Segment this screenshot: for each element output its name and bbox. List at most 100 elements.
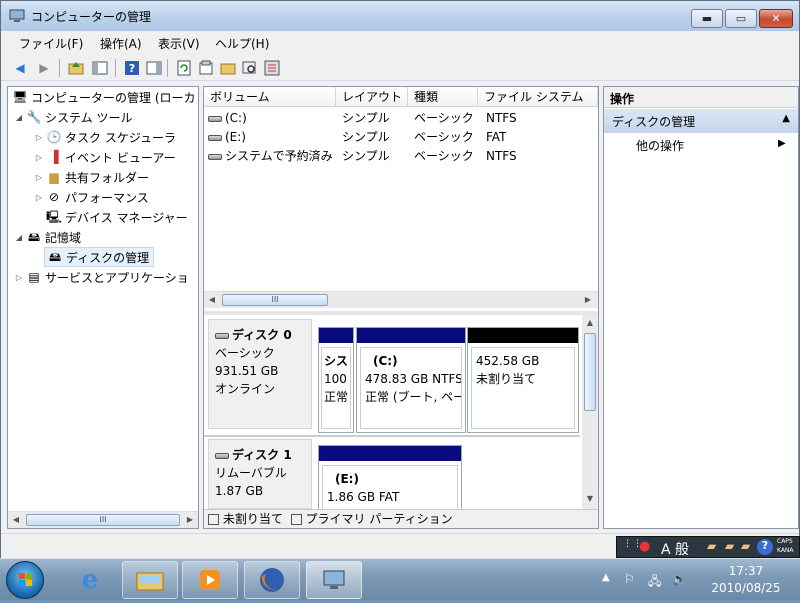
- refresh-icon[interactable]: [175, 59, 193, 77]
- partition-status: 正常 (ブート, ペー: [365, 390, 462, 404]
- show-hide-tree-icon[interactable]: [91, 59, 109, 77]
- scroll-right-icon[interactable]: ▶: [182, 512, 198, 528]
- tree-item-performance[interactable]: ▷ ⊘ パフォーマンス: [34, 187, 149, 207]
- menu-action[interactable]: 操作(A): [100, 35, 142, 52]
- event-viewer-icon: ▐: [49, 150, 59, 164]
- console-tree: 🖥 コンピューターの管理 (ローカ ◢ 🔧 システム ツール ▷ 🕒 タスク ス…: [7, 86, 199, 529]
- help-icon[interactable]: ?: [757, 539, 773, 555]
- search-icon[interactable]: [241, 59, 259, 77]
- column-layout[interactable]: レイアウト: [336, 87, 408, 107]
- partition-size: 1.86 GB FAT: [327, 490, 400, 504]
- scroll-thumb[interactable]: III: [26, 514, 180, 526]
- tree-item-disk-management[interactable]: 🖴 ディスクの管理: [44, 247, 155, 267]
- show-hidden-icons-arrow-icon[interactable]: ▲: [602, 572, 610, 583]
- expand-triangle-icon[interactable]: ▷: [34, 173, 44, 182]
- scroll-left-icon[interactable]: ◀: [204, 292, 220, 308]
- menu-help[interactable]: ヘルプ(H): [215, 35, 269, 52]
- toolbar-separator: [115, 59, 116, 77]
- tree-item-services-and-apps[interactable]: ▷ ▤ サービスとアプリケーショ: [14, 267, 189, 287]
- open-folder-icon[interactable]: [219, 59, 237, 77]
- scroll-right-icon[interactable]: ▶: [580, 292, 596, 308]
- taskbar-internet-explorer[interactable]: e: [62, 561, 118, 599]
- tree-item-system-tools[interactable]: ◢ 🔧 システム ツール: [14, 107, 133, 127]
- show-hide-action-pane-icon[interactable]: [145, 59, 163, 77]
- clock[interactable]: 17:37 2010/08/25: [698, 563, 794, 597]
- maximize-button[interactable]: ▭: [725, 9, 757, 28]
- expand-triangle-icon[interactable]: ▷: [34, 193, 44, 202]
- tree-label: システム ツール: [45, 110, 133, 125]
- scroll-up-icon[interactable]: ▲: [582, 315, 598, 331]
- collapse-triangle-icon[interactable]: ◢: [14, 113, 24, 122]
- forward-arrow-icon[interactable]: ▶: [35, 59, 53, 77]
- scroll-down-icon[interactable]: ▼: [582, 491, 598, 507]
- partition-system-reserved[interactable]: シス 100 正常: [318, 327, 354, 433]
- menu-view[interactable]: 表示(V): [158, 35, 200, 52]
- settings-icon[interactable]: [263, 59, 281, 77]
- tree-label: パフォーマンス: [65, 190, 149, 205]
- submenu-arrow-icon[interactable]: ▶: [778, 138, 786, 149]
- volume-speaker-icon[interactable]: 🔈: [672, 572, 687, 586]
- action-more-actions[interactable]: 他の操作: [636, 137, 684, 154]
- column-type[interactable]: 種類: [408, 87, 478, 107]
- expand-triangle-icon[interactable]: ▷: [14, 273, 24, 282]
- taskbar-computer-management[interactable]: [306, 561, 362, 599]
- volume-row[interactable]: システムで予約済み シンプル ベーシック NTFS: [204, 147, 598, 166]
- volume-row[interactable]: (E:) シンプル ベーシック FAT: [204, 128, 598, 147]
- help-icon[interactable]: ?: [123, 59, 141, 77]
- ime-pad-icon[interactable]: ▰: [707, 539, 716, 553]
- volume-name: (E:): [225, 130, 246, 144]
- menu-file[interactable]: ファイル(F): [19, 35, 83, 52]
- disk-graphical-view: ディスク 0 ベーシック 931.51 GB オンライン シス 100 正常 (C:…: [204, 315, 598, 515]
- volume-name: (C:): [225, 111, 247, 125]
- disk-1-label[interactable]: ディスク 1 リムーバブル 1.87 GB: [208, 439, 312, 509]
- tree-item-shared-folders[interactable]: ▷ ▆ 共有フォルダー: [34, 167, 149, 187]
- volume-layout: シンプル: [342, 130, 390, 144]
- tree-item-event-viewer[interactable]: ▷ ▐ イベント ビューアー: [34, 147, 176, 167]
- tools-icon: 🔧: [26, 110, 42, 124]
- taskbar-media-player[interactable]: [182, 561, 238, 599]
- dictionary-icon[interactable]: ▰: [725, 539, 734, 553]
- tree-horizontal-scrollbar[interactable]: ◀ III ▶: [8, 511, 198, 528]
- collapse-triangle-icon[interactable]: ◢: [14, 233, 24, 242]
- tree-item-storage[interactable]: ◢ 🖴 記憶域: [14, 227, 81, 247]
- tree-item-computer-management[interactable]: 🖥 コンピューターの管理 (ローカ: [10, 87, 195, 107]
- expand-triangle-icon[interactable]: ▷: [34, 133, 44, 142]
- clock-date: 2010/08/25: [711, 581, 781, 595]
- minimize-button[interactable]: ▬: [691, 9, 723, 28]
- language-bar: ⋮⋮ ● A 般 ▰ ▰ ▰ ? CAPS KANA: [616, 536, 800, 558]
- services-icon: ▤: [28, 270, 40, 284]
- scroll-thumb[interactable]: [584, 333, 596, 411]
- up-folder-icon[interactable]: [67, 59, 85, 77]
- action-section-disk-management[interactable]: ディスクの管理 ▲: [604, 109, 798, 133]
- taskbar-firefox[interactable]: [244, 561, 300, 599]
- ime-indicator-icon[interactable]: ●: [639, 539, 650, 554]
- collapse-up-icon[interactable]: ▲: [782, 113, 790, 124]
- partition-e[interactable]: (E:) 1.86 GB FAT: [318, 445, 462, 515]
- tree-item-task-scheduler[interactable]: ▷ 🕒 タスク スケジューラ: [34, 127, 176, 147]
- taskbar-explorer[interactable]: [122, 561, 178, 599]
- disk-view-vertical-scrollbar[interactable]: ▲ ▼: [582, 315, 598, 509]
- volume-row[interactable]: (C:) シンプル ベーシック NTFS: [204, 109, 598, 128]
- title-bar[interactable]: コンピューターの管理 ▬ ▭ ✕: [1, 1, 799, 31]
- properties-icon[interactable]: [197, 59, 215, 77]
- start-button[interactable]: [6, 561, 44, 599]
- action-center-flag-icon[interactable]: ⚐: [624, 572, 635, 586]
- drive-icon: [208, 134, 222, 141]
- performance-icon: ⊘: [48, 190, 60, 204]
- close-button[interactable]: ✕: [759, 9, 793, 28]
- partition-c[interactable]: (C:) 478.83 GB NTFS 正常 (ブート, ペー: [356, 327, 466, 433]
- network-icon[interactable]: 🖧: [648, 572, 661, 593]
- partition-unallocated[interactable]: 452.58 GB 未割り当て: [467, 327, 579, 433]
- column-volume[interactable]: ボリューム: [204, 87, 336, 107]
- expand-triangle-icon[interactable]: ▷: [34, 153, 44, 162]
- disk-0-label[interactable]: ディスク 0 ベーシック 931.51 GB オンライン: [208, 319, 312, 429]
- scroll-thumb[interactable]: III: [222, 294, 328, 306]
- volume-list-horizontal-scrollbar[interactable]: ◀ III ▶: [204, 291, 598, 308]
- disk-legend: 未割り当て プライマリ パーティション: [204, 509, 598, 528]
- column-file-system[interactable]: ファイル システム: [478, 87, 598, 107]
- tools-icon[interactable]: ▰: [741, 539, 750, 553]
- scroll-left-icon[interactable]: ◀: [8, 512, 24, 528]
- ime-mode[interactable]: A 般: [661, 539, 689, 559]
- back-arrow-icon[interactable]: ◀: [11, 59, 29, 77]
- tree-item-device-manager[interactable]: 🖳 デバイス マネージャー: [44, 207, 188, 227]
